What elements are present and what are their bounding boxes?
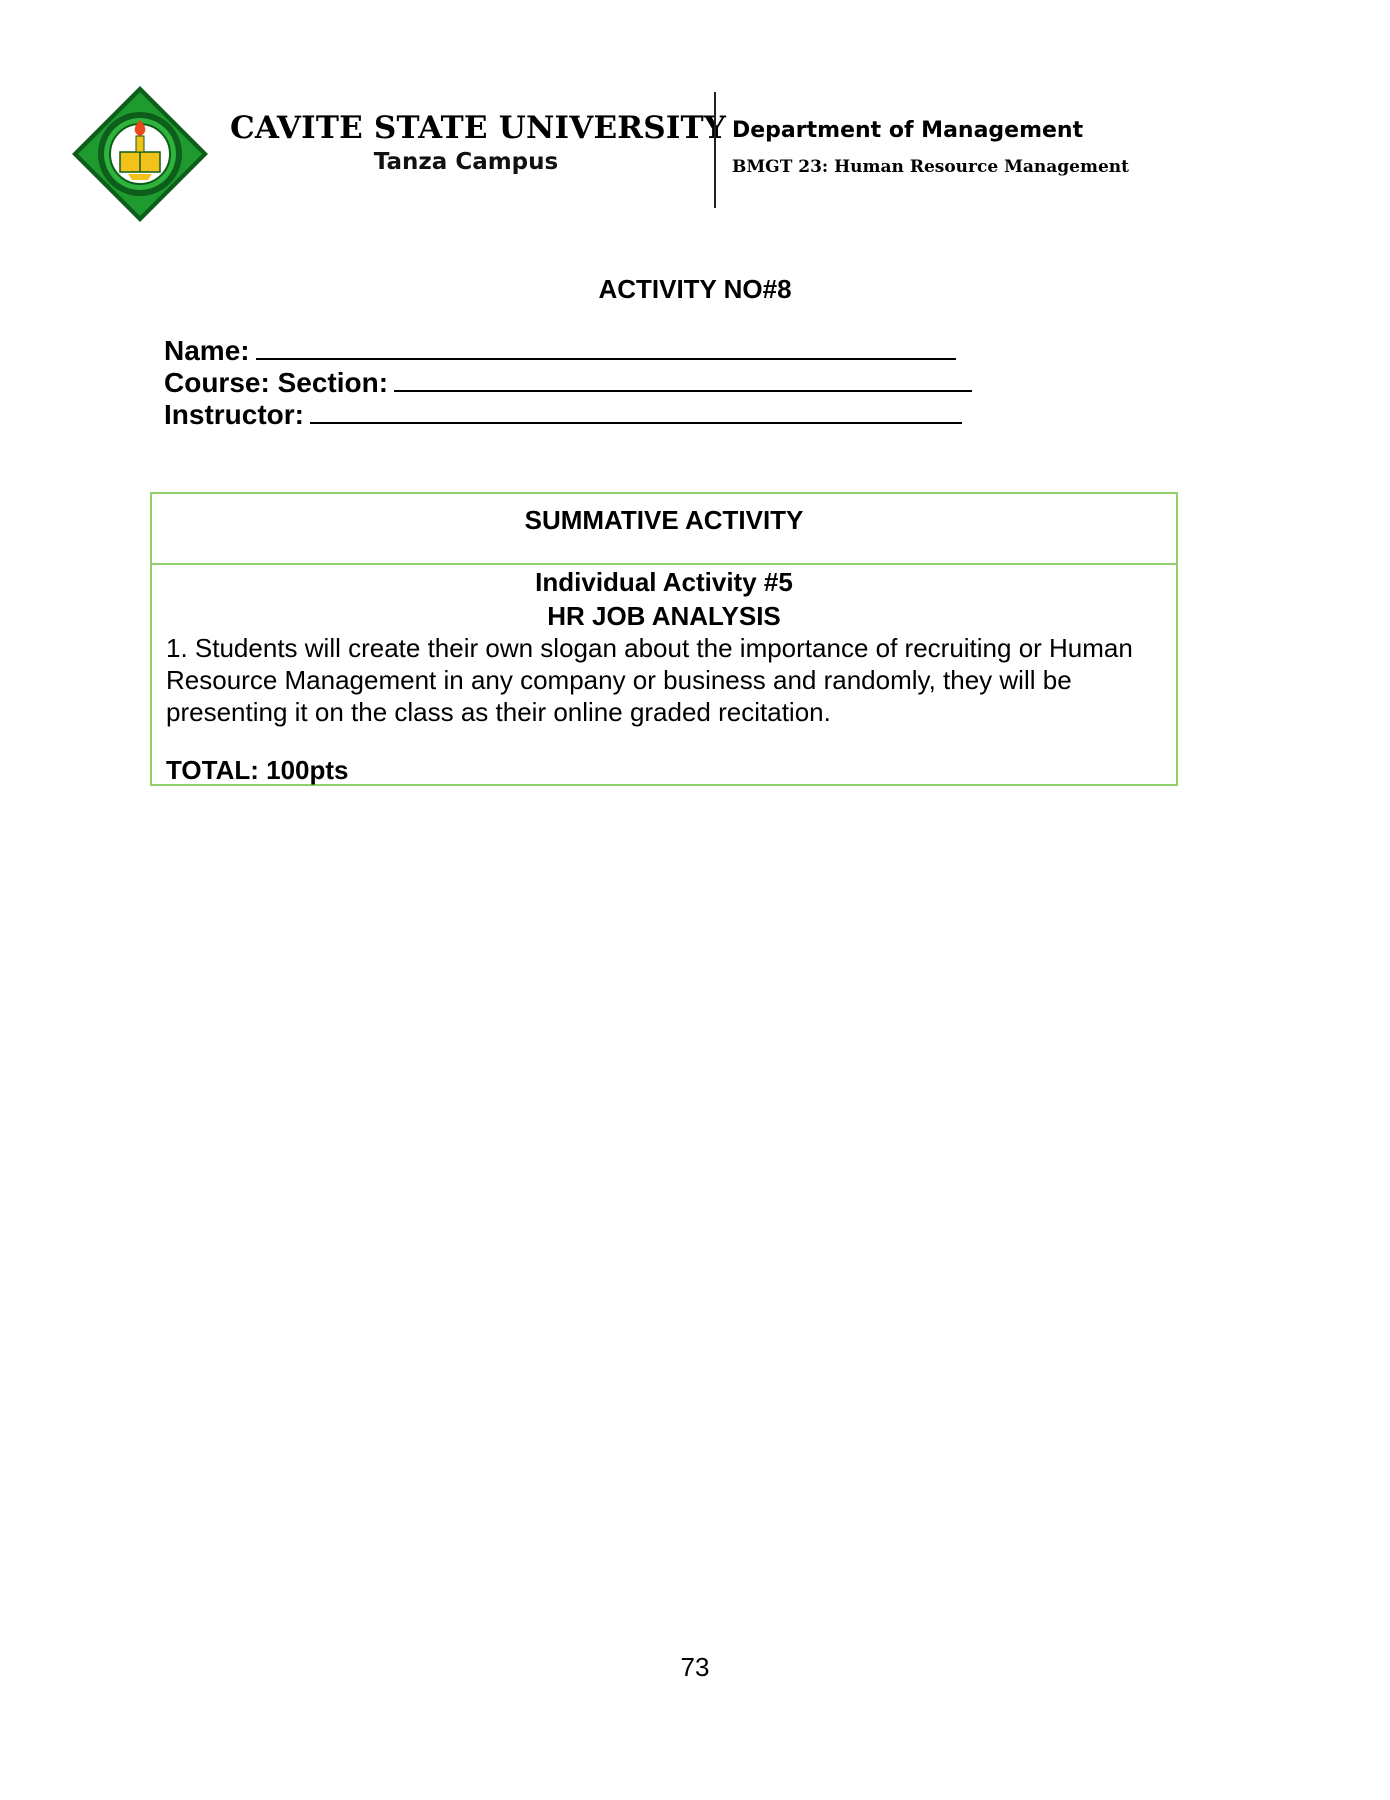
name-blank[interactable] — [255, 334, 956, 360]
course-section-label: Course: Section: — [164, 367, 389, 398]
university-seal-icon — [72, 86, 208, 222]
instructor-blank[interactable] — [310, 398, 962, 424]
course-name: BMGT 23: Human Resource Management — [732, 157, 1130, 177]
course-section-blank[interactable] — [394, 366, 973, 392]
course-section-field: Course: Section: — [164, 366, 973, 399]
campus-name: Tanza Campus — [373, 149, 559, 175]
instructor-field: Instructor: — [164, 398, 962, 431]
name-field: Name: — [164, 334, 956, 367]
page-number: 73 — [680, 1652, 710, 1682]
name-label: Name: — [164, 335, 250, 366]
activity-topic: HR JOB ANALYSIS — [547, 601, 781, 631]
department-name: Department of Management — [732, 118, 1084, 143]
activity-instruction: 1. Students will create their own slogan… — [166, 633, 1133, 727]
activity-subtitle: Individual Activity #5 — [535, 567, 793, 597]
box-divider — [152, 563, 1176, 565]
activity-title: ACTIVITY NO#8 — [598, 274, 792, 304]
summative-activity-box: SUMMATIVE ACTIVITY Individual Activity #… — [150, 492, 1178, 786]
header-divider — [714, 92, 716, 208]
summative-title: SUMMATIVE ACTIVITY — [524, 505, 804, 535]
total-points: TOTAL: 100pts — [166, 755, 349, 785]
instructor-label: Instructor: — [164, 399, 304, 430]
university-name: CAVITE STATE UNIVERSITY — [230, 110, 727, 146]
